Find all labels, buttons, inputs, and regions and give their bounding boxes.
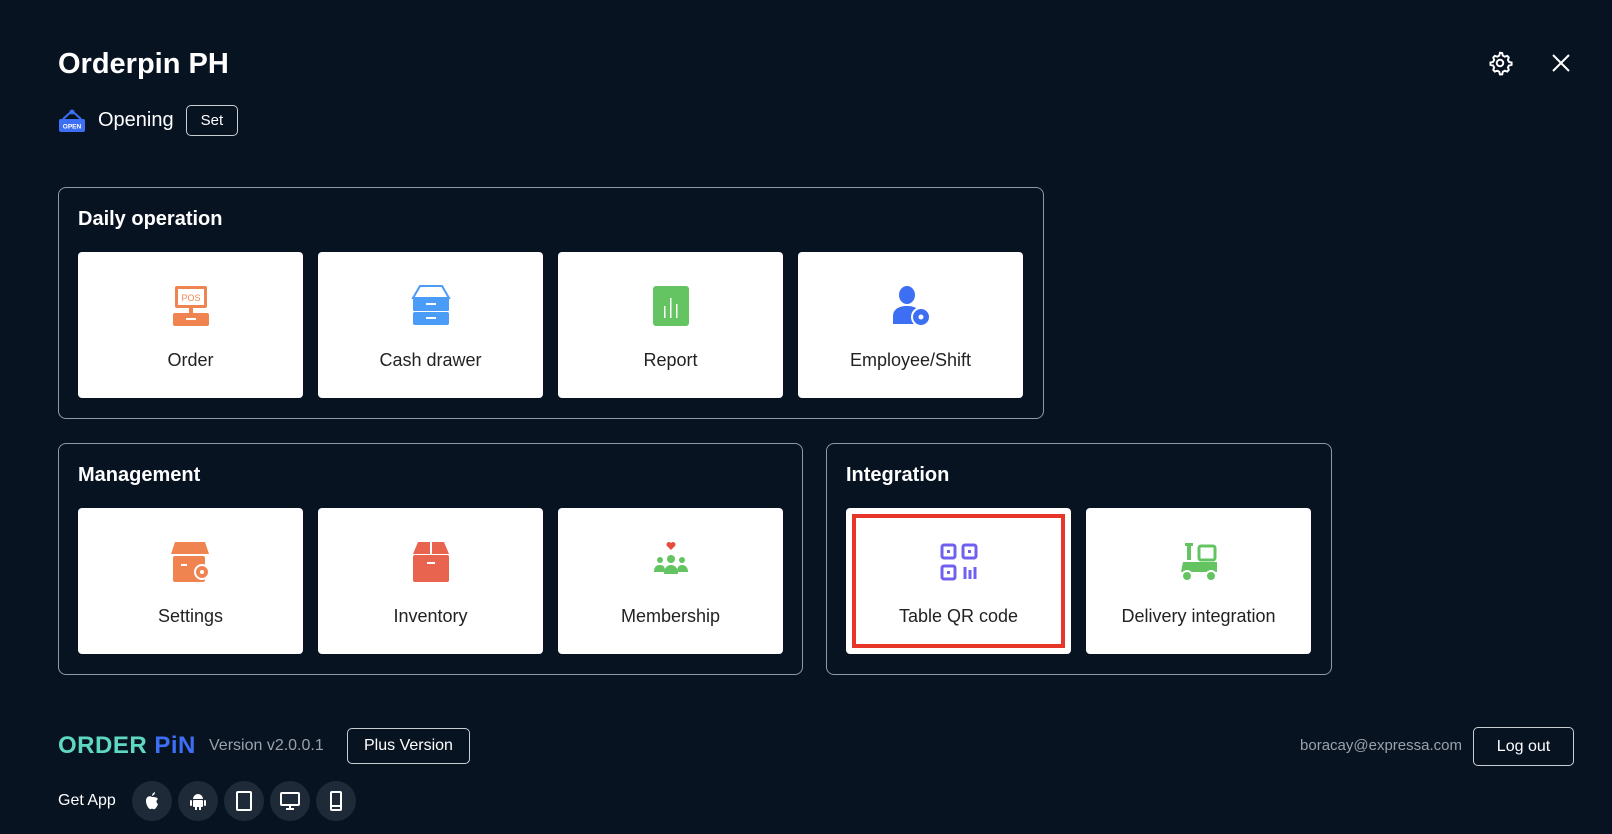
app-download-links [132, 781, 356, 821]
inventory-card[interactable]: Inventory [318, 508, 543, 654]
cash-drawer-card[interactable]: Cash drawer [318, 252, 543, 398]
store-status: OPEN Opening Set [58, 105, 239, 136]
tablet-app-button[interactable] [224, 781, 264, 821]
version-text: Version v2.0.0.1 [209, 737, 324, 754]
phone-icon [330, 791, 342, 811]
section-title: Integration [846, 464, 950, 486]
scooter-icon [1180, 543, 1217, 582]
set-status-button[interactable]: Set [185, 105, 239, 136]
android-app-button[interactable] [178, 781, 218, 821]
svg-text:OPEN: OPEN [63, 123, 82, 130]
apple-icon [146, 792, 158, 810]
svg-text:POS: POS [181, 293, 200, 303]
card-label: Order [167, 350, 214, 370]
android-icon [190, 794, 206, 810]
report-icon [652, 286, 689, 326]
card-label: Report [643, 350, 698, 370]
section-title: Daily operation [78, 208, 223, 230]
get-app-label: Get App [58, 792, 116, 809]
employee-icon [892, 286, 931, 327]
user-email: boracay@expressa.com [1300, 737, 1462, 754]
qr-icon [940, 543, 977, 581]
store-settings-icon [170, 542, 210, 582]
gear-icon[interactable] [1487, 50, 1513, 76]
open-sign-icon: OPEN [59, 109, 85, 132]
pos-icon: POS [172, 286, 209, 326]
report-card[interactable]: Report [558, 252, 783, 398]
card-label: Membership [620, 606, 721, 626]
card-label: Employee/Shift [849, 350, 972, 370]
table-qr-code-card[interactable]: Table QR code [846, 508, 1071, 654]
close-icon[interactable] [1550, 52, 1572, 74]
settings-card[interactable]: Settings [78, 508, 303, 654]
page-title: Orderpin PH [58, 48, 229, 80]
card-label: Delivery integration [1121, 606, 1276, 626]
section-integration: Integration Table QR code Delivery integ… [826, 443, 1332, 675]
plus-version-button[interactable]: Plus Version [347, 728, 470, 764]
logout-button[interactable]: Log out [1473, 727, 1574, 766]
box-icon [412, 542, 449, 582]
desktop-icon [280, 792, 300, 810]
card-label: Cash drawer [379, 350, 482, 370]
card-label: Settings [157, 606, 224, 626]
orderpin-logo: ORDER PiN [58, 732, 196, 759]
section-daily-operation: Daily operation POS Order Cash drawer Re… [58, 187, 1044, 419]
ios-app-button[interactable] [132, 781, 172, 821]
desktop-app-button[interactable] [270, 781, 310, 821]
membership-card[interactable]: Membership [558, 508, 783, 654]
tablet-icon [236, 791, 252, 811]
cash-drawer-icon [410, 285, 451, 325]
members-icon [653, 542, 688, 574]
employee-shift-card[interactable]: Employee/Shift [798, 252, 1023, 398]
section-title: Management [78, 464, 201, 486]
card-label: Inventory [393, 606, 468, 626]
section-management: Management Settings Inventory Membership [58, 443, 803, 675]
order-card[interactable]: POS Order [78, 252, 303, 398]
delivery-integration-card[interactable]: Delivery integration [1086, 508, 1311, 654]
status-label: Opening [98, 109, 174, 131]
mobile-app-button[interactable] [316, 781, 356, 821]
card-label: Table QR code [898, 606, 1019, 626]
